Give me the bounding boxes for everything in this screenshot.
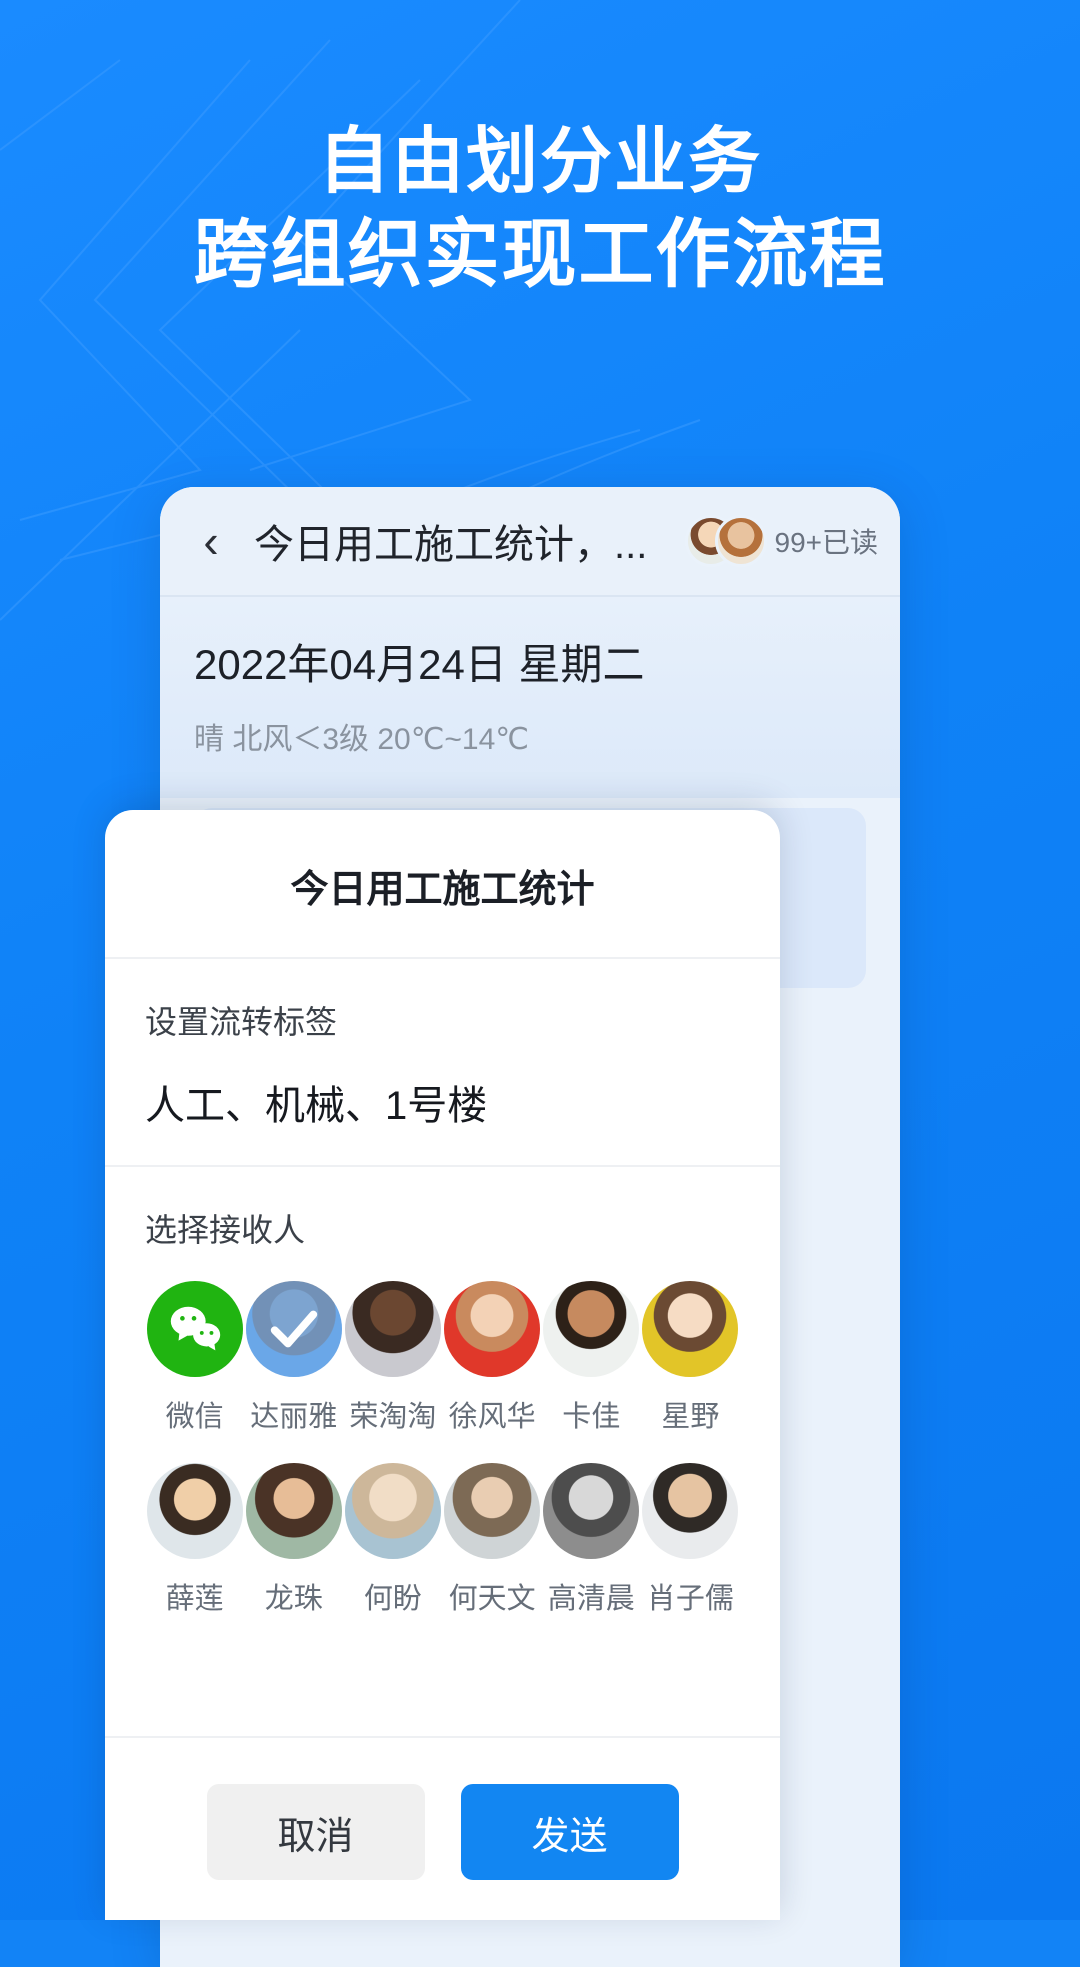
avatar: [642, 1281, 739, 1377]
recipient-name: 高清晨: [547, 1583, 635, 1615]
check-icon: [245, 1281, 342, 1377]
recipient-name: 荣淘淘: [349, 1401, 437, 1433]
recipient-name: 何盼: [363, 1583, 422, 1615]
date-weather-card: 2022年04月24日 星期二 晴 北风＜3级 20℃~14℃: [160, 595, 900, 798]
nav-title: 今日用工施工统计，...: [254, 523, 648, 567]
avatar: [245, 1281, 342, 1377]
recipient-item[interactable]: 微信: [145, 1281, 244, 1435]
recipient-item[interactable]: 龙珠: [244, 1463, 343, 1617]
recipients-section: 选择接收人 微信 达丽雅 荣淘淘 徐风华 卡佳 星野薛莲 龙珠 何盼 何天文 高清晨 肖子儒: [105, 1167, 780, 1617]
headline-line-1: 自由划分业务: [317, 122, 762, 202]
recipient-name: 星野: [661, 1401, 720, 1433]
recipient-item[interactable]: 何盼: [343, 1463, 442, 1617]
recipient-item[interactable]: 何天文: [442, 1463, 541, 1617]
recipient-name: 卡佳: [562, 1401, 621, 1433]
wechat-icon: [146, 1281, 243, 1377]
weather-text: 晴 北风＜3级 20℃~14℃: [194, 723, 529, 756]
recipient-item[interactable]: 高清晨: [542, 1463, 641, 1617]
recipient-grid: 微信 达丽雅 荣淘淘 徐风华 卡佳 星野薛莲 龙珠 何盼 何天文 高清晨 肖子儒: [145, 1281, 740, 1617]
recipient-item[interactable]: 徐风华: [442, 1281, 541, 1435]
tag-value[interactable]: 人工、机械、1号楼: [145, 1073, 740, 1131]
headline-line-2: 跨组织实现工作流程: [193, 212, 887, 296]
avatar: [543, 1463, 640, 1559]
avatar: [714, 515, 767, 567]
recipient-name: 龙珠: [264, 1583, 323, 1615]
page-headline: 自由划分业务 跨组织实现工作流程: [0, 116, 1080, 300]
avatar: [146, 1463, 243, 1559]
recipient-name: 微信: [165, 1401, 224, 1433]
avatar: [543, 1281, 640, 1377]
send-dialog: 今日用工施工统计 设置流转标签 人工、机械、1号楼 选择接收人 微信 达丽雅 荣淘淘…: [105, 810, 780, 1920]
read-count-label: 99+已读: [774, 527, 879, 558]
recipient-item[interactable]: 星野: [641, 1281, 740, 1435]
recipient-name: 徐风华: [448, 1401, 536, 1433]
recipient-name: 何天文: [448, 1583, 536, 1615]
recipient-item[interactable]: 荣淘淘: [343, 1281, 442, 1435]
recipient-item[interactable]: 达丽雅: [244, 1281, 343, 1435]
recipient-name: 达丽雅: [250, 1401, 338, 1433]
recipient-item[interactable]: 卡佳: [542, 1281, 641, 1435]
tag-section[interactable]: 设置流转标签 人工、机械、1号楼: [105, 959, 780, 1167]
avatar: [444, 1463, 541, 1559]
recipient-name: 肖子儒: [646, 1583, 734, 1615]
cancel-button[interactable]: 取消: [206, 1784, 425, 1880]
chevron-left-icon[interactable]: ‹: [188, 518, 234, 564]
avatar: [444, 1281, 541, 1377]
recipients-label: 选择接收人: [145, 1212, 306, 1248]
avatar: [642, 1463, 739, 1559]
avatar: [344, 1281, 441, 1377]
app-navigation-bar: ‹ 今日用工施工统计，... 99+已读: [160, 487, 900, 595]
send-button[interactable]: 发送: [460, 1784, 679, 1880]
avatar: [245, 1463, 342, 1559]
recipient-item[interactable]: 薛莲: [145, 1463, 244, 1617]
date-text: 2022年04月24日 星期二: [194, 641, 645, 688]
tag-label: 设置流转标签: [145, 1004, 338, 1040]
avatar: [344, 1463, 441, 1559]
recipient-item[interactable]: 肖子儒: [641, 1463, 740, 1617]
recipient-name: 薛莲: [165, 1583, 224, 1615]
read-receipt-group[interactable]: 99+已读: [684, 515, 879, 567]
dialog-title: 今日用工施工统计: [105, 810, 780, 959]
dialog-footer: 取消 发送: [105, 1736, 780, 1920]
